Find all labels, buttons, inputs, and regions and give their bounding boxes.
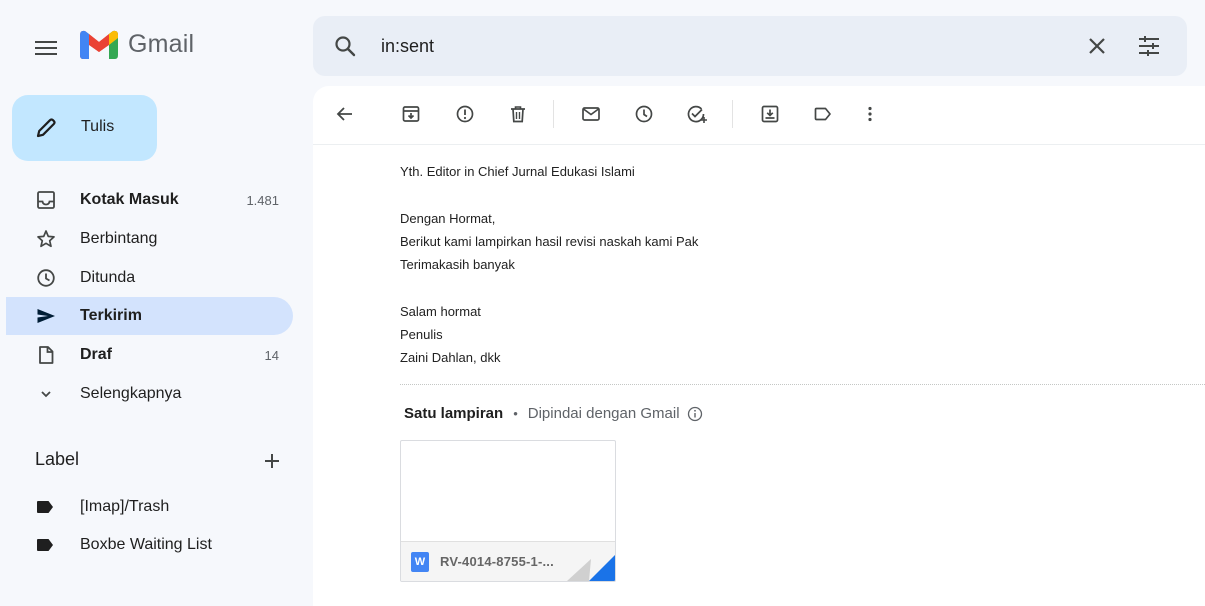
label-as-icon	[814, 107, 831, 121]
move-to-icon	[761, 105, 779, 123]
draft-count: 14	[264, 348, 279, 364]
sidebar-item-label: Kotak Masuk	[80, 191, 179, 208]
toolbar-divider	[553, 100, 554, 128]
close-icon	[1089, 38, 1105, 54]
word-doc-icon: W	[411, 552, 429, 572]
main-menu-button[interactable]	[28, 30, 64, 66]
message-body: Yth. Editor in Chief Jurnal Edukasi Isla…	[400, 160, 698, 370]
star-icon	[36, 229, 56, 249]
gmail-logo[interactable]: Gmail	[80, 30, 194, 59]
search-button[interactable]	[333, 34, 357, 58]
chevron-down-icon	[36, 384, 56, 404]
draft-icon	[36, 345, 56, 365]
sidebar-item-label: Boxbe Waiting List	[80, 536, 212, 553]
label-icon	[36, 538, 54, 552]
clear-search-button[interactable]	[1085, 34, 1109, 58]
sidebar-label-imap-trash[interactable]: [Imap]/Trash	[6, 488, 293, 526]
compose-button[interactable]: Tulis	[12, 95, 157, 161]
body-line	[400, 276, 698, 299]
report-spam-icon	[456, 105, 474, 123]
scan-note: Dipindai dengan Gmail	[527, 405, 680, 422]
labels-heading: Label	[35, 449, 80, 469]
labels-list: [Imap]/Trash Boxbe Waiting List	[6, 488, 293, 564]
search-options-button[interactable]	[1137, 34, 1161, 58]
archive-icon	[402, 106, 420, 122]
page-fold-icon	[567, 555, 615, 581]
body-line: Berikut kami lampirkan hasil revisi nask…	[400, 233, 699, 249]
back-button[interactable]	[333, 102, 357, 126]
separator-dot: •	[513, 406, 518, 421]
archive-button[interactable]	[399, 102, 423, 126]
report-spam-button[interactable]	[453, 102, 477, 126]
toolbar-divider	[732, 100, 733, 128]
body-line: Terimakasih banyak	[400, 257, 515, 273]
message-toolbar	[313, 86, 1205, 142]
sidebar-item-label: Draf	[80, 346, 113, 364]
mark-unread-icon	[582, 107, 600, 121]
back-arrow-icon	[336, 107, 352, 121]
search-input[interactable]	[381, 32, 1061, 60]
tune-icon	[1139, 36, 1159, 56]
delete-button[interactable]	[506, 102, 530, 126]
body-line: Penulis	[400, 327, 443, 343]
label-icon	[36, 500, 54, 514]
sidebar-item-label: Berbintang	[80, 229, 158, 247]
sidebar-item-inbox[interactable]: Kotak Masuk 1.481	[6, 181, 293, 219]
sidebar-item-label: Ditunda	[80, 268, 136, 286]
move-to-button[interactable]	[758, 102, 782, 126]
add-to-tasks-button[interactable]	[685, 102, 709, 126]
info-icon[interactable]	[687, 406, 703, 422]
gmail-wordmark: Gmail	[128, 30, 195, 58]
more-vert-icon	[868, 106, 872, 122]
sidebar-item-sent[interactable]: Terkirim	[6, 297, 293, 336]
hamburger-menu-icon	[35, 41, 57, 55]
body-line: Dengan Hormat,	[400, 210, 496, 226]
attachment-footer: W RV-4014-8755-1-...	[401, 541, 615, 581]
sidebar-label-boxbe[interactable]: Boxbe Waiting List	[6, 526, 293, 564]
compose-label: Tulis	[81, 118, 115, 135]
add-task-icon	[687, 105, 707, 123]
plus-icon	[265, 454, 279, 468]
attachment-filename: RV-4014-8755-1-...	[440, 554, 554, 569]
send-icon	[36, 306, 56, 326]
sidebar-nav: Kotak Masuk 1.481 Berbintang Ditunda Ter…	[6, 181, 293, 413]
sidebar-item-more[interactable]: Selengkapnya	[6, 375, 293, 413]
message-pane: Yth. Editor in Chief Jurnal Edukasi Isla…	[313, 86, 1205, 606]
body-line: Salam hormat	[400, 303, 481, 319]
unread-count: 1.481	[246, 193, 279, 208]
label-as-button[interactable]	[811, 102, 835, 126]
clock-icon	[36, 268, 56, 288]
body-line	[400, 183, 698, 206]
gmail-m-icon	[80, 30, 118, 59]
sidebar-item-starred[interactable]: Berbintang	[6, 220, 293, 258]
sidebar-item-label: Terkirim	[80, 307, 142, 325]
more-options-button[interactable]	[858, 102, 882, 126]
sidebar-item-label: Selengkapnya	[80, 384, 182, 402]
snooze-icon	[635, 105, 653, 123]
attachments-header: Satu lampiran • Dipindai dengan Gmail	[404, 405, 703, 422]
inbox-icon	[36, 190, 56, 210]
attachments-divider	[400, 384, 1205, 385]
add-label-button[interactable]	[260, 449, 284, 473]
sidebar-item-label: [Imap]/Trash	[80, 498, 170, 515]
sidebar-item-drafts[interactable]: Draf 14	[6, 336, 293, 374]
search-bar	[313, 16, 1187, 76]
search-icon	[335, 36, 356, 57]
body-line: Zaini Dahlan, dkk	[400, 350, 501, 366]
sidebar-item-snoozed[interactable]: Ditunda	[6, 259, 293, 297]
attachment-card[interactable]: W RV-4014-8755-1-...	[400, 440, 616, 582]
delete-icon	[511, 106, 525, 123]
body-line: Yth. Editor in Chief Jurnal Edukasi Isla…	[400, 164, 635, 179]
snooze-button[interactable]	[632, 102, 656, 126]
toolbar-divider-line	[313, 144, 1205, 145]
pencil-icon	[34, 116, 58, 140]
attachments-count: Satu lampiran	[404, 405, 504, 422]
mark-unread-button[interactable]	[579, 102, 603, 126]
